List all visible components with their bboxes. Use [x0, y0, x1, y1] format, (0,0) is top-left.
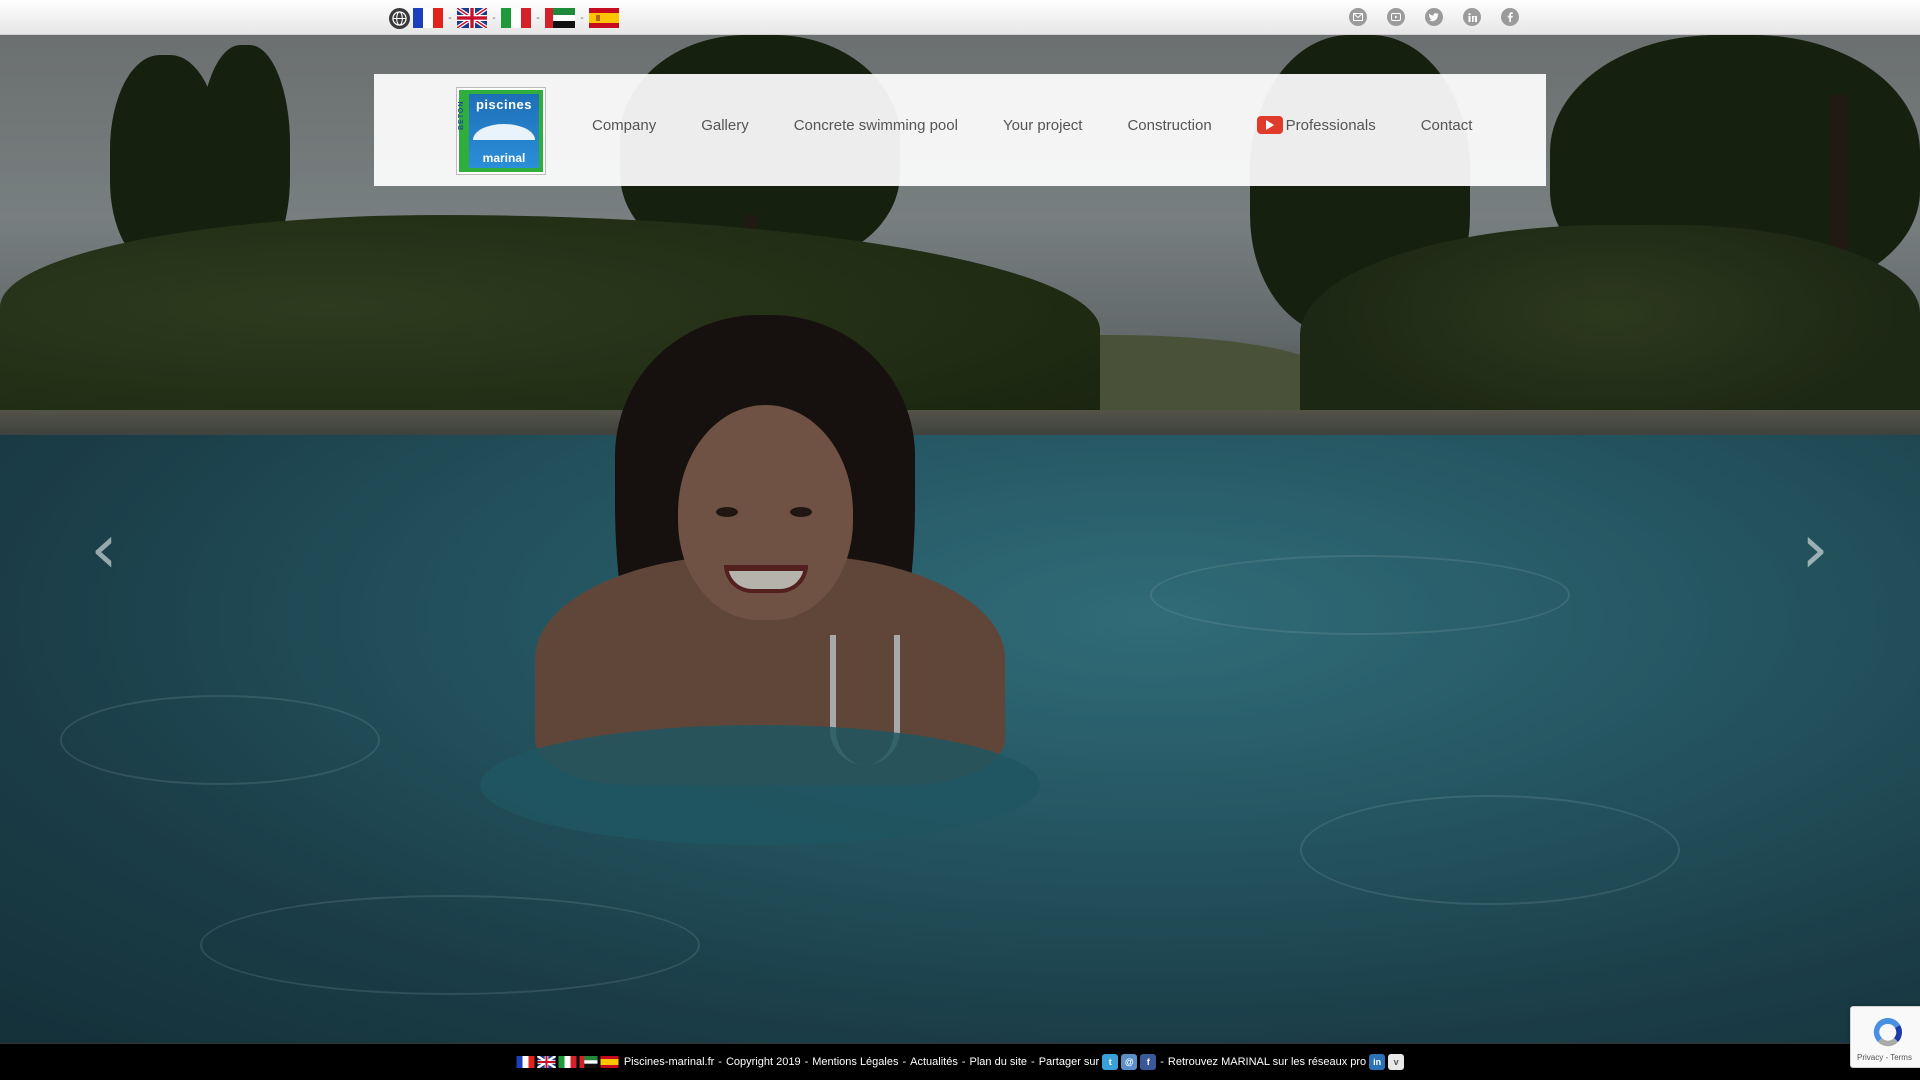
mail-icon[interactable] — [1349, 8, 1367, 26]
nav-your-project[interactable]: Your project — [1003, 117, 1083, 134]
flag-spain-icon[interactable] — [589, 8, 619, 28]
facebook-icon[interactable]: f — [1140, 1054, 1157, 1070]
linkedin-icon[interactable]: in — [1369, 1054, 1386, 1070]
separator: - — [448, 12, 452, 24]
recaptcha-icon — [1873, 1017, 1902, 1047]
footer-news-link[interactable]: Actualités — [910, 1056, 958, 1068]
logo-side-text: BETON — [458, 100, 465, 130]
overlay — [0, 35, 1920, 1043]
viadeo-icon[interactable]: v — [1388, 1054, 1405, 1070]
flag-uk-icon[interactable] — [457, 8, 487, 28]
logo-bottom-text: marinal — [482, 151, 526, 165]
separator: - — [718, 1056, 722, 1068]
top-bar: - - - - — [0, 0, 1920, 35]
logo-badge: piscines marinal — [469, 94, 539, 168]
footer-copyright: Copyright 2019 — [725, 1056, 801, 1068]
nav-professionals[interactable]: Professionals — [1256, 116, 1376, 134]
separator: - — [804, 1056, 809, 1068]
flag-italy-icon[interactable] — [501, 8, 531, 28]
logo-wave — [473, 123, 535, 140]
separator: - — [902, 1056, 907, 1068]
social-links — [1349, 8, 1519, 26]
recaptcha-badge[interactable]: Privacy - Terms — [1850, 1006, 1920, 1068]
facebook-icon[interactable] — [1501, 8, 1519, 26]
nav-company[interactable]: Company — [592, 117, 656, 134]
nav-gallery[interactable]: Gallery — [701, 117, 749, 134]
footer-site[interactable]: Piscines-marinal.fr — [624, 1056, 714, 1068]
logo-frame: piscines marinal BETON — [458, 90, 543, 172]
language-selector: - - - - — [389, 7, 619, 29]
flag-uae-icon[interactable] — [579, 1056, 598, 1068]
footer: Piscines-marinal.fr - Copyright 2019 - M… — [0, 1043, 1920, 1080]
main-nav: Company Gallery Concrete swimming pool Y… — [592, 116, 1472, 134]
chevron-left-icon[interactable]: ‹ — [84, 515, 124, 585]
logo[interactable]: piscines marinal BETON — [456, 87, 546, 175]
footer-legal-link[interactable]: Mentions Légales — [812, 1056, 898, 1068]
separator: - — [536, 12, 540, 24]
hero-slider: ‹ › — [0, 35, 1920, 1043]
separator: - — [961, 1056, 966, 1068]
twitter-icon[interactable]: t — [1102, 1054, 1119, 1070]
header-navigation: piscines marinal BETON Company Gallery C… — [374, 74, 1546, 186]
footer-pro-networks-label: Retrouvez MARINAL sur les réseaux pro — [1167, 1056, 1367, 1068]
flag-uk-icon[interactable] — [536, 1056, 556, 1068]
separator: - — [1031, 1056, 1035, 1068]
footer-sitemap-link[interactable]: Plan du site — [970, 1056, 1027, 1068]
flag-italy-icon[interactable] — [558, 1056, 577, 1068]
logo-top-text: piscines — [475, 97, 533, 112]
flag-spain-icon[interactable] — [600, 1056, 619, 1068]
nav-concrete-swimming-pool[interactable]: Concrete swimming pool — [794, 117, 958, 134]
mail-icon[interactable]: @ — [1121, 1054, 1138, 1070]
flag-france-icon[interactable] — [413, 8, 443, 28]
nav-professionals-label: Professionals — [1285, 116, 1376, 134]
twitter-icon[interactable] — [1425, 8, 1443, 26]
youtube-icon[interactable] — [1387, 8, 1405, 26]
footer-row: Piscines-marinal.fr - Copyright 2019 - M… — [516, 1054, 1405, 1070]
youtube-icon — [1256, 116, 1283, 134]
linkedin-icon[interactable] — [1463, 8, 1481, 26]
chevron-right-icon[interactable]: › — [1795, 515, 1835, 585]
footer-share-label: Partager sur — [1038, 1056, 1100, 1068]
globe-icon — [389, 7, 410, 29]
recaptcha-text[interactable]: Privacy - Terms — [1857, 1053, 1912, 1062]
flag-uae-icon[interactable] — [545, 8, 575, 28]
separator: - — [492, 12, 496, 24]
separator: - — [1160, 1056, 1164, 1068]
flag-france-icon[interactable] — [516, 1056, 535, 1068]
nav-contact[interactable]: Contact — [1421, 117, 1473, 134]
nav-construction[interactable]: Construction — [1127, 117, 1211, 134]
separator: - — [580, 12, 584, 24]
